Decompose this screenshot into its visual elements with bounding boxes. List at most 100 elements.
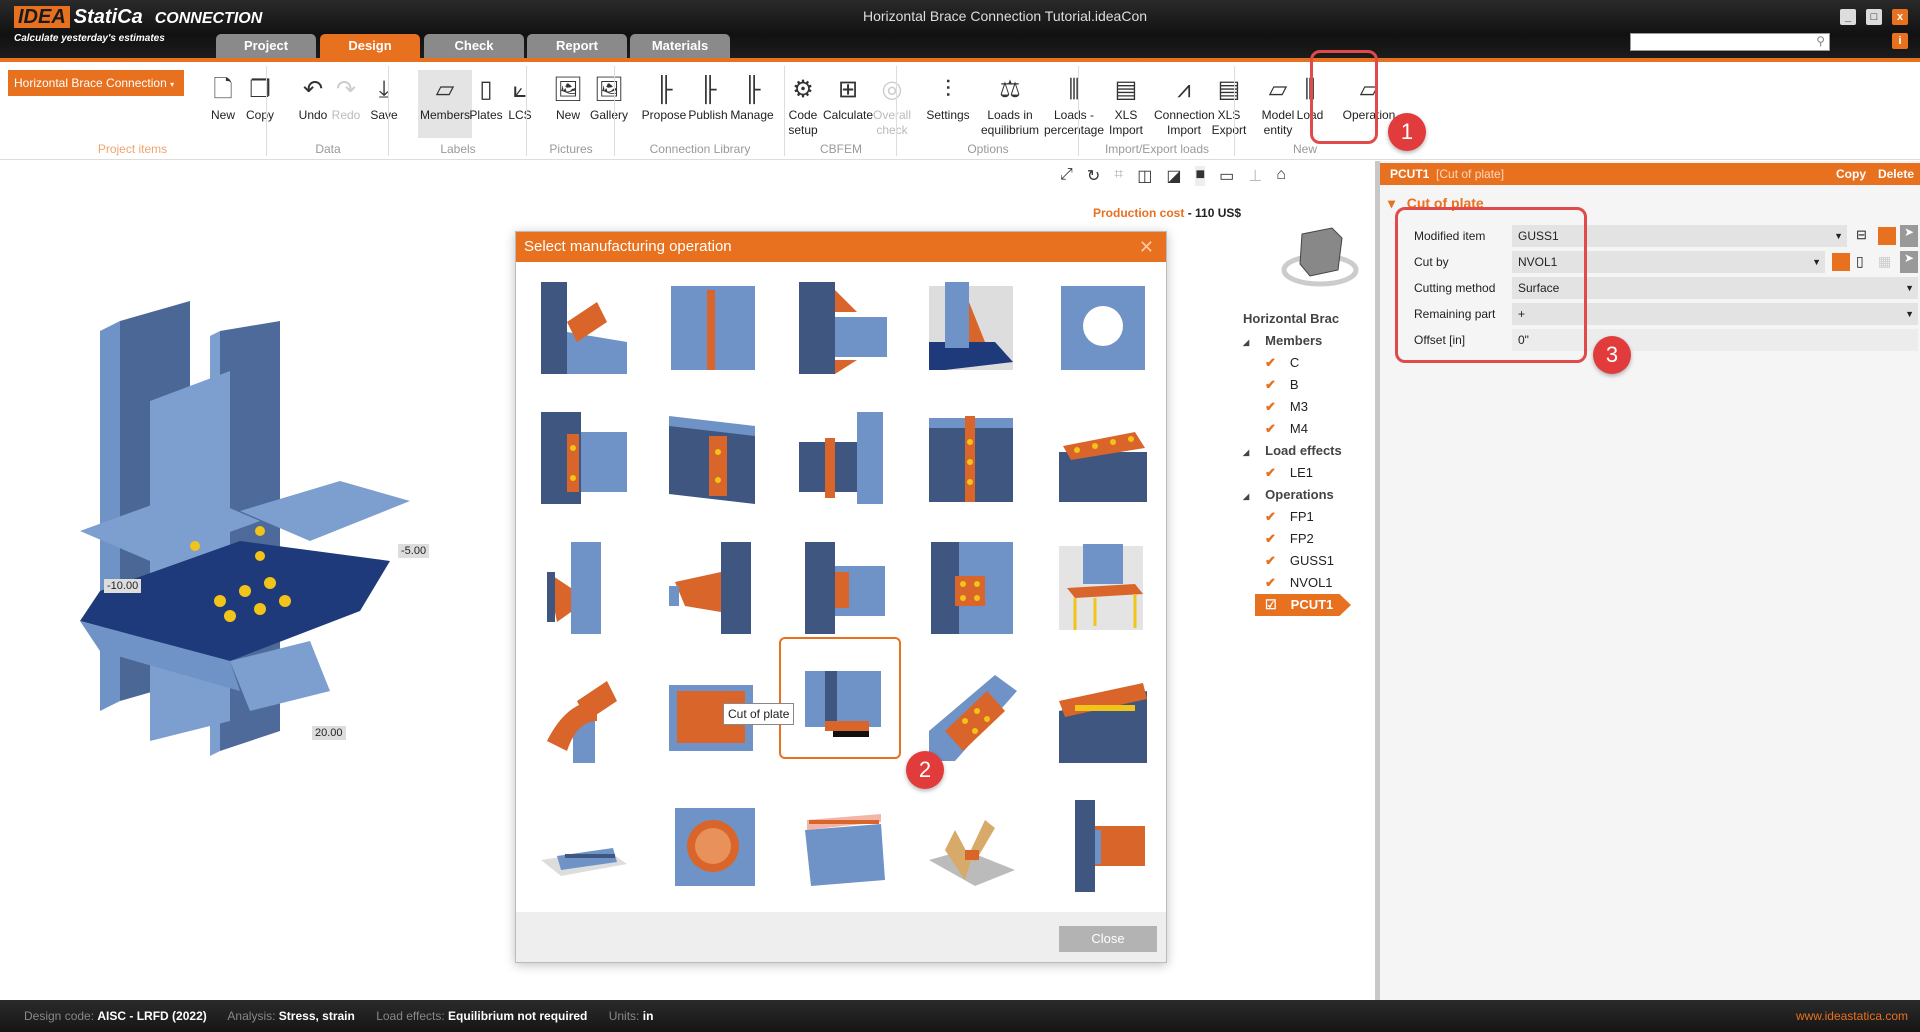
operation-tile[interactable]	[925, 800, 1017, 892]
tree-item[interactable]: ✔ C	[1243, 352, 1351, 374]
close-window-button[interactable]: x	[1892, 9, 1908, 25]
operation-tile[interactable]	[1055, 671, 1147, 763]
solid-icon[interactable]: ■	[1195, 166, 1206, 186]
operation-tile[interactable]	[1055, 800, 1147, 892]
tab-materials[interactable]: Materials	[630, 34, 730, 58]
plate-pick-icon[interactable]: ▯	[1856, 253, 1864, 270]
view-cube-icon[interactable]	[1280, 220, 1360, 290]
minimize-button[interactable]: _	[1840, 9, 1856, 25]
surface-pick-icon[interactable]: ▦	[1878, 253, 1891, 270]
tree-root[interactable]: Horizontal Brac	[1243, 308, 1351, 330]
operation-thumbnail	[805, 814, 885, 886]
checkbox-icon[interactable]: ✔	[1265, 553, 1276, 568]
tree-item[interactable]: ✔ FP1	[1243, 506, 1351, 528]
loads-in-equilibrium-button[interactable]: ⚖ Loads in equilibrium	[978, 70, 1042, 138]
operation-tile[interactable]	[795, 800, 887, 892]
tree-item[interactable]: ☑ PCUT1	[1255, 594, 1351, 616]
operation-tile[interactable]	[925, 412, 1017, 504]
manage-button[interactable]: ╟ Manage	[726, 70, 778, 123]
code-setup-button[interactable]: ⚙ Code setup	[779, 70, 827, 138]
tree-item[interactable]: ✔ FP2	[1243, 528, 1351, 550]
operation-tile[interactable]	[1055, 412, 1147, 504]
xls-import-button[interactable]: ▤ XLS Import	[1102, 70, 1150, 138]
rotate-icon[interactable]: ↻	[1087, 166, 1100, 186]
checkbox-icon[interactable]: ✔	[1265, 531, 1276, 546]
tab-check[interactable]: Check	[424, 34, 524, 58]
wireframe-icon[interactable]: ◫	[1137, 166, 1152, 186]
xls-export-button[interactable]: ▤ XLS Export	[1205, 70, 1253, 138]
plate-pick-icon[interactable]	[1878, 227, 1896, 245]
save-button[interactable]: ⤓ Save	[362, 70, 406, 123]
operation-tile[interactable]	[665, 282, 757, 374]
pointer-icon[interactable]: ➤	[1900, 251, 1918, 273]
checkbox-icon[interactable]: ✔	[1265, 399, 1276, 414]
checkbox-icon[interactable]: ✔	[1265, 509, 1276, 524]
axis-icon[interactable]: ⊥	[1248, 166, 1262, 186]
operation-tile[interactable]	[1055, 542, 1147, 634]
gallery-button[interactable]: 🖼 Gallery	[584, 70, 634, 123]
checkbox-icon[interactable]: ✔	[1265, 421, 1276, 436]
operation-tile[interactable]	[1055, 282, 1147, 374]
checkbox-icon[interactable]: ✔	[1265, 575, 1276, 590]
copy-button[interactable]: ❐ Copy	[238, 70, 282, 123]
tree-item[interactable]: ✔ GUSS1	[1243, 550, 1351, 572]
operation-tile[interactable]	[925, 542, 1017, 634]
operation-tile[interactable]	[795, 412, 887, 504]
tree-group[interactable]: ◢ Operations	[1243, 484, 1351, 506]
operation-tile[interactable]	[537, 412, 629, 504]
expand-icon[interactable]: ◢	[1243, 448, 1249, 457]
model-tree: Horizontal Brac ◢ Members ✔ C ✔ B ✔ M3 ✔ M4 ◢ Load e…	[1243, 308, 1351, 616]
zoom-extents-icon[interactable]: ⤢	[1060, 166, 1073, 186]
operation-tile[interactable]	[795, 542, 887, 634]
operation-tile[interactable]	[795, 282, 887, 374]
expand-icon[interactable]: ◢	[1243, 338, 1249, 347]
redo-button[interactable]: ↷ Redo	[326, 70, 366, 123]
close-button[interactable]: Close	[1059, 926, 1157, 952]
checkbox-icon[interactable]: ✔	[1265, 355, 1276, 370]
operation-tile[interactable]	[537, 542, 629, 634]
lcs-button[interactable]: ⟀ LCS	[500, 70, 540, 123]
overall-check-button[interactable]: ◎ Overall check	[868, 70, 916, 138]
volume-pick-icon[interactable]	[1832, 253, 1850, 271]
crop-icon[interactable]: ⌗	[1114, 166, 1123, 186]
operation-tile[interactable]	[925, 671, 1017, 763]
copy-button[interactable]: Copy	[1836, 163, 1866, 185]
operation-tile[interactable]	[537, 282, 629, 374]
tree-item[interactable]: ✔ M3	[1243, 396, 1351, 418]
tree-item[interactable]: ✔ M4	[1243, 418, 1351, 440]
tree-item[interactable]: ✔ NVOL1	[1243, 572, 1351, 594]
delete-button[interactable]: Delete	[1878, 163, 1914, 185]
website-link[interactable]: www.ideastatica.com	[1796, 1000, 1908, 1032]
section-icon[interactable]: ▭	[1219, 166, 1234, 186]
tab-report[interactable]: Report	[527, 34, 627, 58]
project-selector[interactable]: Horizontal Brace Connection ▾	[8, 70, 184, 96]
close-icon[interactable]: ✕	[1139, 232, 1154, 262]
operation-tile[interactable]	[665, 412, 757, 504]
checkbox-icon[interactable]: ☑	[1265, 597, 1277, 612]
loads-percentage-button[interactable]: ⫼ Loads - percentage	[1040, 70, 1108, 138]
checkbox-icon[interactable]: ✔	[1265, 377, 1276, 392]
operation-tile[interactable]	[537, 800, 629, 892]
tree-group[interactable]: ◢ Members	[1243, 330, 1351, 352]
operation-tile[interactable]	[537, 671, 629, 763]
operation-tile[interactable]	[925, 282, 1017, 374]
calculate-button[interactable]: ⊞ Calculate	[822, 70, 874, 123]
operation-tile[interactable]	[665, 542, 757, 634]
operation-tile[interactable]	[665, 800, 757, 892]
edge-pick-icon[interactable]: ⊟	[1856, 227, 1874, 245]
checkbox-icon[interactable]: ✔	[1265, 465, 1276, 480]
operation-thumbnail	[547, 681, 617, 763]
tree-group[interactable]: ◢ Load effects	[1243, 440, 1351, 462]
tree-item[interactable]: ✔ LE1	[1243, 462, 1351, 484]
transparent-icon[interactable]: ◪	[1166, 166, 1181, 186]
settings-button[interactable]: ⫶ Settings	[921, 70, 975, 123]
search-input[interactable]: ⚲	[1630, 33, 1830, 51]
info-button[interactable]: i	[1892, 33, 1908, 49]
tree-item[interactable]: ✔ B	[1243, 374, 1351, 396]
expand-icon[interactable]: ◢	[1243, 492, 1249, 501]
tab-project[interactable]: Project	[216, 34, 316, 58]
maximize-button[interactable]: □	[1866, 9, 1882, 25]
pointer-icon[interactable]: ➤	[1900, 225, 1918, 247]
home-icon[interactable]: ⌂	[1276, 166, 1286, 186]
tab-design[interactable]: Design	[320, 34, 420, 58]
